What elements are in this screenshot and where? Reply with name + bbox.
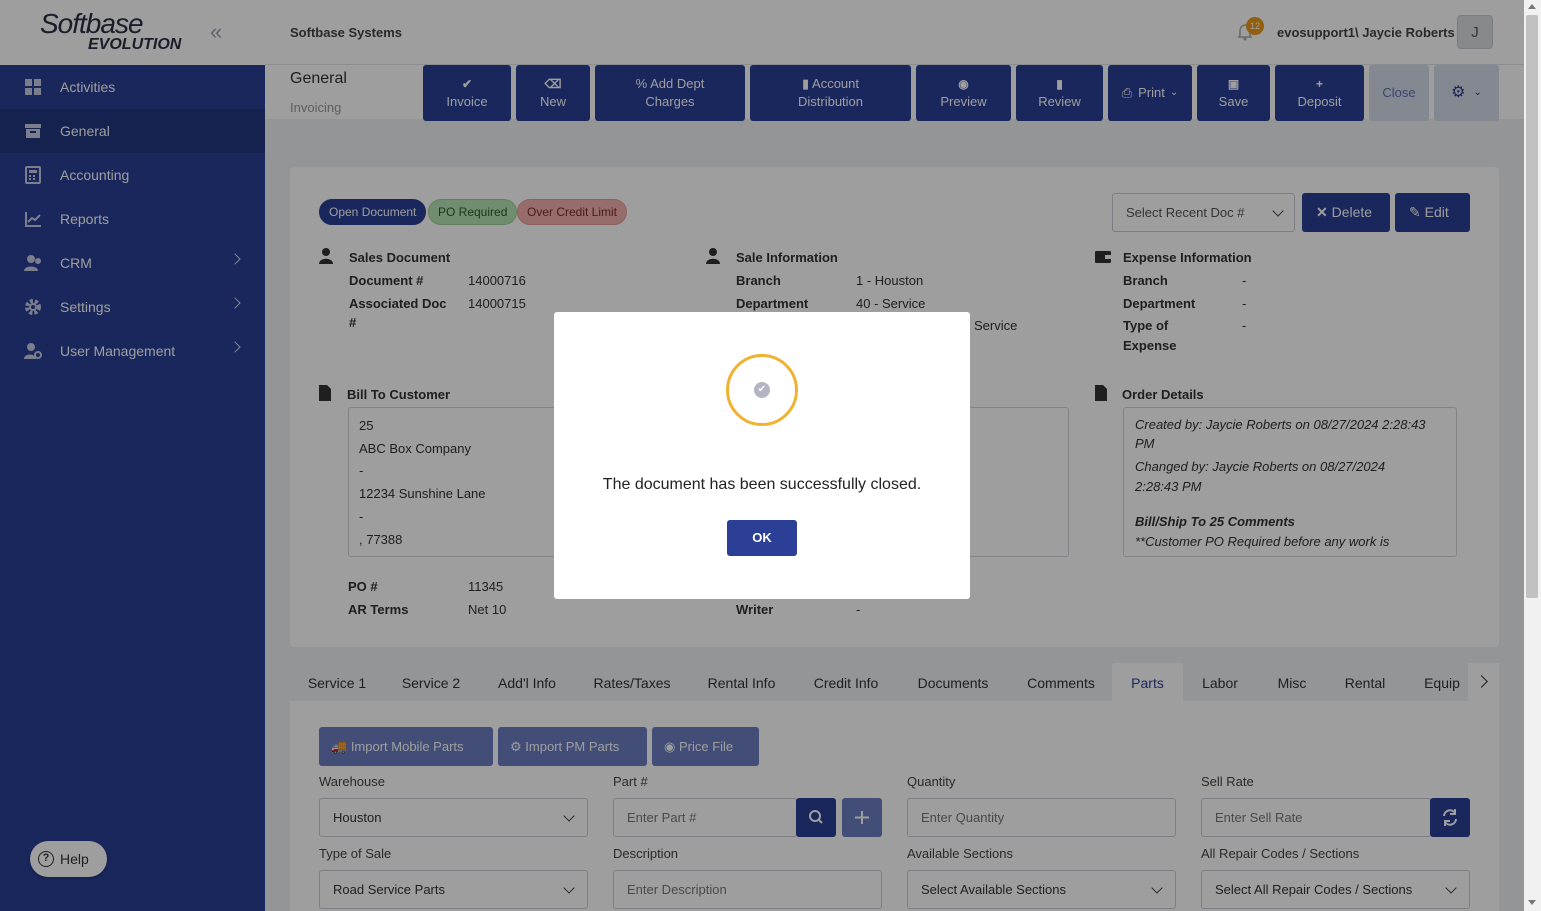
scroll-down-arrow-icon[interactable]	[1528, 900, 1536, 905]
vertical-scrollbar[interactable]	[1524, 0, 1541, 911]
scroll-up-arrow-icon[interactable]	[1528, 4, 1536, 9]
success-dialog: ✔ The document has been successfully clo…	[554, 312, 970, 599]
success-ring-icon: ✔	[726, 354, 798, 426]
dialog-message: The document has been successfully close…	[602, 476, 922, 493]
ok-button[interactable]: OK	[727, 520, 797, 556]
scrollbar-thumb[interactable]	[1526, 15, 1538, 598]
check-circle-icon: ✔	[754, 382, 770, 398]
